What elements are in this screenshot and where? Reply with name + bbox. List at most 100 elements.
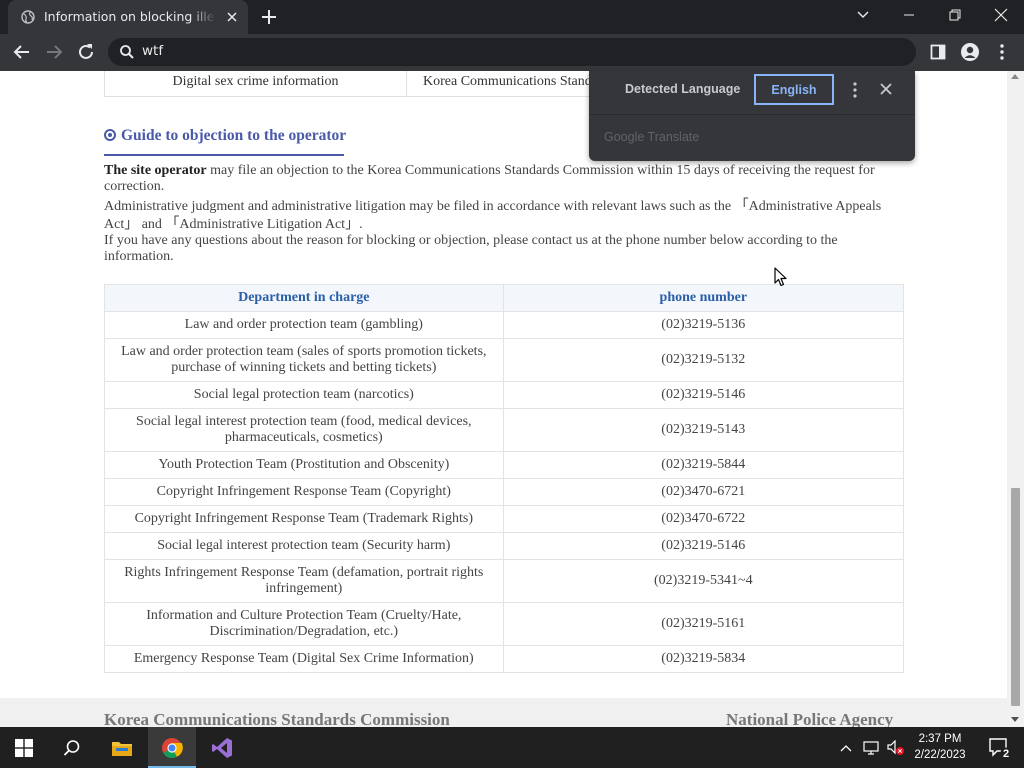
more-options-icon[interactable] bbox=[848, 81, 862, 99]
table-row: Emergency Response Team (Digital Sex Cri… bbox=[104, 645, 905, 673]
close-window-icon[interactable] bbox=[978, 0, 1024, 30]
paragraph-contact: If you have any questions about the reas… bbox=[104, 233, 838, 264]
popup-divider bbox=[589, 114, 915, 115]
table-row: Law and order protection team (gambling)… bbox=[104, 311, 905, 339]
department-cell: Copyright Infringement Response Team (Tr… bbox=[104, 505, 504, 533]
tab-close-icon[interactable] bbox=[224, 9, 240, 25]
footer-left-org: Korea Communications Standards Commissio… bbox=[104, 710, 450, 727]
visual-studio-button[interactable] bbox=[198, 727, 246, 768]
table-row: Social legal interest protection team (S… bbox=[104, 532, 905, 560]
phone-cell: (02)3219-5132 bbox=[502, 338, 905, 382]
phone-cell: (02)3219-5143 bbox=[502, 408, 905, 452]
chrome-icon bbox=[162, 737, 183, 758]
footer-right-org: National Police Agency bbox=[726, 710, 894, 727]
table-row: Copyright Infringement Response Team (Co… bbox=[104, 478, 905, 506]
start-button[interactable] bbox=[0, 727, 48, 768]
section-heading-text: Guide to objection to the operator bbox=[121, 127, 347, 144]
department-cell: Law and order protection team (gambling) bbox=[104, 311, 504, 339]
search-icon bbox=[120, 45, 134, 59]
volume-muted-icon[interactable] bbox=[884, 727, 908, 768]
page-footer: Korea Communications Standards Commissio… bbox=[0, 698, 1007, 727]
department-table: Department in charge phone number Law an… bbox=[104, 284, 905, 673]
phone-cell: (02)3219-5136 bbox=[502, 311, 905, 339]
phone-cell: (02)3219-5161 bbox=[502, 602, 905, 646]
department-cell: Rights Infringement Response Team (defam… bbox=[104, 559, 504, 603]
clock-time: 2:37 PM bbox=[918, 733, 962, 745]
phone-cell: (02)3470-6721 bbox=[502, 478, 905, 506]
table-row: Law and order protection team (sales of … bbox=[104, 338, 905, 382]
table-row: Social legal protection team (narcotics)… bbox=[104, 381, 905, 409]
address-bar[interactable]: wtf bbox=[108, 38, 916, 66]
department-cell: Law and order protection team (sales of … bbox=[104, 338, 504, 382]
taskbar-search-button[interactable] bbox=[48, 727, 96, 768]
phone-cell: (02)3219-5844 bbox=[502, 451, 905, 479]
paragraph-objection: The site operator may file an objection … bbox=[104, 163, 894, 195]
phone-cell: (02)3219-5341~4 bbox=[502, 559, 905, 603]
department-cell: Youth Protection Team (Prostitution and … bbox=[104, 451, 504, 479]
address-text[interactable]: wtf bbox=[142, 43, 163, 59]
scroll-up-icon[interactable] bbox=[1011, 74, 1019, 79]
system-clock[interactable]: 2:37 PM 2/22/2023 bbox=[906, 731, 974, 763]
page-content: Digital sex crime information Korea Comm… bbox=[0, 71, 1007, 727]
browser-toolbar: wtf bbox=[0, 34, 1024, 71]
heading-underline bbox=[104, 154, 344, 156]
forward-icon[interactable] bbox=[44, 42, 64, 62]
tab-search-icon[interactable] bbox=[840, 0, 886, 30]
chrome-menu-icon[interactable] bbox=[992, 42, 1012, 62]
google-translate-label: Google Translate bbox=[604, 130, 700, 144]
department-cell: Information and Culture Protection Team … bbox=[104, 602, 504, 646]
circle-bullet-icon bbox=[104, 129, 116, 141]
column-header-department: Department in charge bbox=[104, 284, 504, 312]
scrollbar-thumb[interactable] bbox=[1011, 488, 1020, 706]
translate-popup: Detected Language English Google Transla… bbox=[589, 71, 915, 161]
windows-taskbar: 2:37 PM 2/22/2023 2 bbox=[0, 727, 1024, 768]
profile-icon[interactable] bbox=[960, 42, 980, 62]
phone-cell: (02)3219-5834 bbox=[502, 645, 905, 673]
previous-row-category: Digital sex crime information bbox=[105, 71, 407, 96]
chrome-taskbar-button[interactable] bbox=[148, 727, 196, 768]
phone-cell: (02)3219-5146 bbox=[502, 532, 905, 560]
mouse-cursor-icon bbox=[774, 267, 787, 287]
english-language-button[interactable]: English bbox=[754, 74, 834, 105]
tray-overflow-icon[interactable] bbox=[834, 727, 858, 768]
phone-cell: (02)3470-6722 bbox=[502, 505, 905, 533]
clock-date: 2/22/2023 bbox=[914, 749, 966, 761]
search-icon bbox=[63, 739, 80, 756]
detected-language-button[interactable]: Detected Language bbox=[625, 82, 740, 96]
notification-badge: 2 bbox=[1003, 748, 1010, 760]
table-row: Youth Protection Team (Prostitution and … bbox=[104, 451, 905, 479]
department-cell: Social legal protection team (narcotics) bbox=[104, 381, 504, 409]
paragraph-bold-lead: The site operator bbox=[104, 163, 207, 178]
notification-center-button[interactable]: 2 bbox=[976, 727, 1024, 768]
side-panel-icon[interactable] bbox=[928, 42, 948, 62]
network-icon[interactable] bbox=[860, 727, 884, 768]
paragraph-objection-text: may file an objection to the Korea Commu… bbox=[104, 163, 875, 194]
paragraph-litigation: Administrative judgment and administrati… bbox=[104, 199, 882, 232]
table-row: Rights Infringement Response Team (defam… bbox=[104, 559, 905, 603]
close-icon[interactable] bbox=[879, 82, 893, 96]
reload-icon[interactable] bbox=[76, 42, 96, 62]
folder-icon bbox=[112, 741, 132, 756]
page-scrollbar[interactable] bbox=[1007, 71, 1024, 727]
restore-icon[interactable] bbox=[932, 0, 978, 30]
back-icon[interactable] bbox=[12, 42, 32, 62]
table-row: Copyright Infringement Response Team (Tr… bbox=[104, 505, 905, 533]
new-tab-icon[interactable] bbox=[260, 8, 278, 26]
department-cell: Social legal interest protection team (f… bbox=[104, 408, 504, 452]
file-explorer-button[interactable] bbox=[98, 727, 146, 768]
department-cell: Social legal interest protection team (S… bbox=[104, 532, 504, 560]
department-cell: Copyright Infringement Response Team (Co… bbox=[104, 478, 504, 506]
globe-icon bbox=[21, 10, 35, 24]
windows-logo-icon bbox=[15, 738, 33, 757]
browser-tab[interactable]: Information on blocking illegal and harm… bbox=[8, 0, 248, 34]
scroll-down-icon[interactable] bbox=[1011, 717, 1019, 722]
minimize-icon[interactable] bbox=[886, 0, 932, 30]
table-row: Social legal interest protection team (f… bbox=[104, 408, 905, 452]
visual-studio-icon bbox=[212, 737, 232, 758]
tab-title: Information on blocking illegal and harm… bbox=[44, 9, 216, 24]
browser-titlebar: Information on blocking illegal and harm… bbox=[0, 0, 1024, 34]
column-header-phone: phone number bbox=[502, 284, 905, 312]
department-cell: Emergency Response Team (Digital Sex Cri… bbox=[104, 645, 504, 673]
table-row: Information and Culture Protection Team … bbox=[104, 602, 905, 646]
phone-cell: (02)3219-5146 bbox=[502, 381, 905, 409]
